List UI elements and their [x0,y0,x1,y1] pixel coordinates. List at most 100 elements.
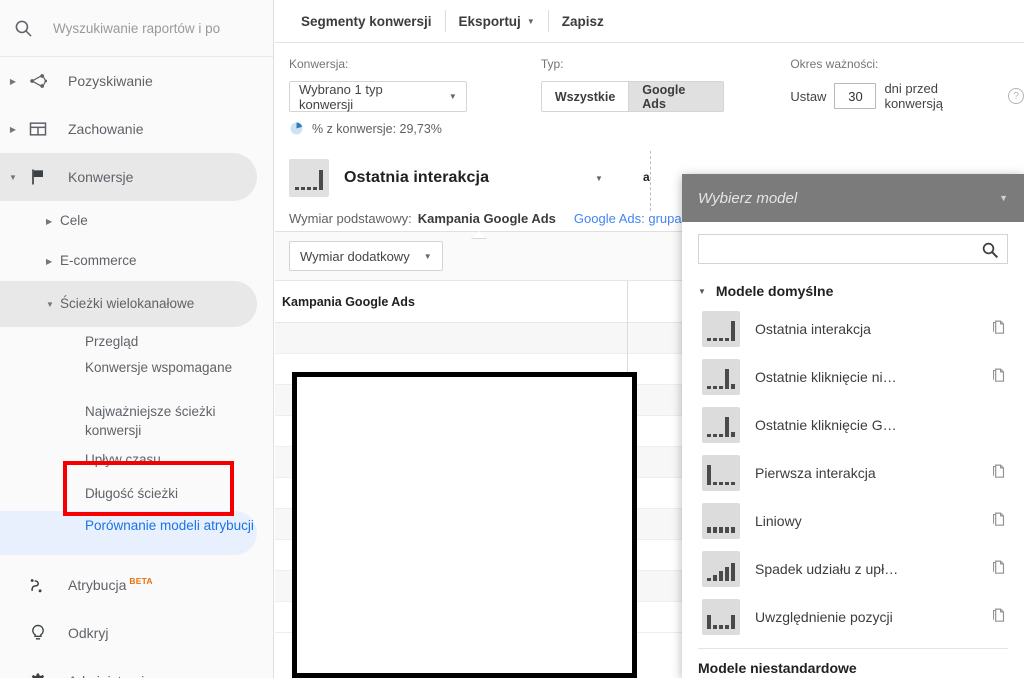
model-list: Ostatnia interakcja Ostatnie kliknięcie n… [682,305,1024,641]
search-input[interactable]: Wyszukiwanie raportów i po [40,21,220,36]
model-thumbnail-icon [702,551,740,587]
model-list-item[interactable]: Ostatnie kliknięcie G… [682,401,1024,449]
sidebar-item-odkryj[interactable]: Odkryj [0,609,273,657]
model-search-input[interactable] [699,235,1007,263]
model-bar [719,482,723,485]
model-bar [713,482,717,485]
sidebar-item-dlugosc-sciezki[interactable]: Długość ścieżki [0,485,273,511]
model-thumbnail-icon [702,311,740,347]
sidebar-item-konwersje[interactable]: ▼ Konwersje [0,153,257,201]
primary-dimension-value[interactable]: Kampania Google Ads [418,211,556,226]
type-option-google-ads[interactable]: Google Ads [628,82,724,111]
conversion-type-value: Wybrano 1 typ konwersji [299,81,383,112]
sidebar-item-label: Konwersje [68,168,134,185]
model-list-item[interactable]: Ostatnie kliknięcie ni… [682,353,1024,401]
sidebar-item-label: E-commerce [60,253,137,269]
model-bar [707,615,711,629]
chevron-right-icon: ▶ [9,124,17,134]
beta-badge: BETA [129,576,153,587]
model-select-chevron-down-icon[interactable]: ▼ [595,174,603,183]
chevron-down-icon: ▼ [423,251,432,261]
model-group-default-header[interactable]: ▼ Modele domyślne [682,274,1024,305]
sidebar-item-uplyw-czasu[interactable]: Upływ czasu [0,451,273,477]
eksportuj-button[interactable]: Eksportuj ▼ [446,10,548,32]
sidebar-item-label: Pozyskiwanie [68,72,153,89]
filters-bar: Konwersja: Wybrano 1 typ konwersji ▼ % z… [275,43,1024,143]
model-thumbnail-bars [707,367,735,389]
model-bar [731,563,735,581]
model-thumbnail-bars [707,559,735,581]
model-bar [731,321,735,341]
wymiar-dodatkowy-button[interactable]: Wymiar dodatkowy ▼ [289,241,443,271]
sidebar-item-cele[interactable]: ▶ Cele [0,201,273,241]
sidebar-item-przeglad[interactable]: Przegląd [0,333,273,359]
bulb-icon [22,623,54,643]
model-list-item[interactable]: Liniowy [682,497,1024,545]
sidebar-item-porownanie-modeli-atrybucji[interactable]: Porównanie modeli atrybucji [0,511,257,555]
chevron-right-icon: ▶ [9,76,17,86]
chevron-right-icon: ▶ [46,216,53,226]
conversion-type-select[interactable]: Wybrano 1 typ konwersji ▼ [289,81,467,112]
model-picker-title: Wybierz model [698,189,798,207]
model-group-default-label: Modele domyślne [715,283,834,299]
model-bar [725,527,729,533]
model-search-field[interactable] [698,234,1008,264]
sidebar-item-sciezki-wielokanalowe[interactable]: ▼ Ścieżki wielokanałowe [0,281,257,327]
model-list-item[interactable]: Ostatnia interakcja [682,305,1024,353]
model-thumbnail-icon [702,503,740,539]
copy-icon[interactable] [990,463,1008,483]
model-list-item[interactable]: Uwzględnienie pozycji [682,593,1024,641]
acquisition-icon [22,71,54,91]
model-thumbnail-icon [702,359,740,395]
copy-icon[interactable] [990,607,1008,627]
sidebar-item-label: Najważniejsze ścieżki konwersji [85,404,216,438]
model-list-item-label: Spadek udziału z upł… [755,561,899,577]
model-bar [719,338,723,341]
sidebar-item-administracja[interactable]: Administracja [0,657,273,678]
gear-icon [22,671,54,678]
help-icon[interactable]: ? [1008,88,1024,104]
model-bar [713,527,717,533]
model-picker-panel: Wybierz model ▼ ▼ Modele domyślne Ostatn… [682,174,1024,678]
segmenty-konwersji-button[interactable]: Segmenty konwersji [288,10,445,32]
chevron-down-icon: ▼ [46,299,54,309]
type-option-wszystkie[interactable]: Wszystkie [541,82,629,111]
copy-icon[interactable] [990,319,1008,339]
sidebar-item-konwersje-wspomagane[interactable]: Konwersje wspomagane [0,359,273,403]
model-bar [731,527,735,533]
sidebar-item-pozyskiwanie[interactable]: ▶ Pozyskiwanie [0,57,273,105]
validity-days-input[interactable] [834,83,877,109]
model-bar [713,338,717,341]
model-bar [707,527,711,533]
sidebar-item-label: Długość ścieżki [85,486,179,501]
copy-icon[interactable] [990,559,1008,579]
sidebar-item-label: Atrybucja BETA [54,576,153,593]
atrybucja-text: Atrybucja [68,576,127,593]
model-list-item[interactable]: Pierwsza interakcja [682,449,1024,497]
chevron-down-icon: ▼ [448,92,457,101]
model-bar [307,187,311,190]
model-bar [719,434,723,437]
conversion-filter-group: Konwersja: Wybrano 1 typ konwersji ▼ % z… [275,57,467,143]
sidebar-item-atrybucja[interactable]: Atrybucja BETA [0,561,273,609]
model-bar [707,434,711,437]
copy-icon[interactable] [990,367,1008,387]
copy-icon[interactable] [990,511,1008,531]
model-bar [713,625,717,629]
sidebar-item-najwazniejsze-sciezki-konwersji[interactable]: Najważniejsze ścieżki konwersji [0,403,273,447]
sidebar-item-zachowanie[interactable]: ▶ Zachowanie [0,105,273,153]
model-thumbnail-icon [289,159,329,197]
search-icon[interactable] [981,241,999,262]
toolbar-item-label: Zapisz [561,13,604,29]
model-thumbnail-bars [707,415,735,437]
table-column-divider [627,281,628,633]
model-list-item[interactable]: Spadek udziału z upł… [682,545,1024,593]
sidebar-item-ecommerce[interactable]: ▶ E-commerce [0,241,273,281]
wymiar-dodatkowy-label: Wymiar dodatkowy [300,248,410,264]
zapisz-button[interactable]: Zapisz [549,10,617,32]
chevron-down-icon: ▼ [526,16,535,26]
chevron-down-icon: ▼ [999,193,1008,203]
model-picker-header[interactable]: Wybierz model ▼ [682,174,1024,222]
sidebar-item-label: Administracja [54,673,152,678]
sidebar-search[interactable]: Wyszukiwanie raportów i po [0,0,273,57]
